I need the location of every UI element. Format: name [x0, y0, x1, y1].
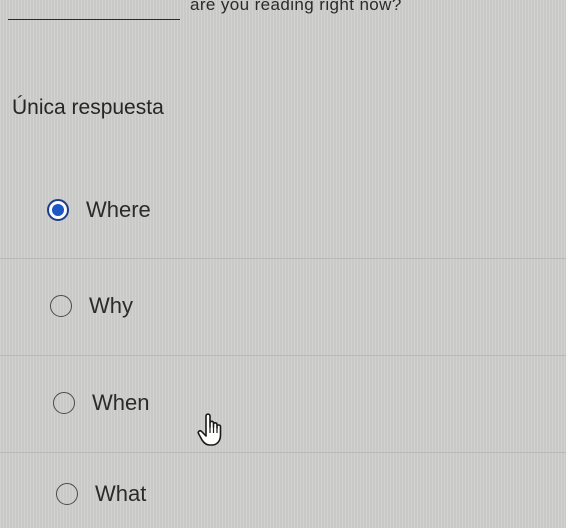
option-why[interactable]: Why — [0, 286, 566, 326]
radio-button[interactable] — [56, 483, 78, 505]
hand-pointer-icon — [196, 412, 228, 448]
question-prompt: are you reading right now? — [8, 0, 566, 20]
option-where[interactable]: Where — [0, 190, 566, 230]
option-label: Where — [86, 197, 151, 222]
option-label: What — [95, 481, 147, 506]
radio-button[interactable] — [50, 295, 72, 317]
radio-button[interactable] — [53, 392, 75, 414]
question-type-label: Única respuesta — [12, 96, 164, 119]
question-text: are you reading right now? — [190, 0, 402, 14]
radio-button-selected[interactable] — [47, 199, 69, 221]
divider — [0, 258, 566, 259]
answer-blank — [8, 5, 180, 20]
option-label: When — [92, 390, 150, 415]
option-label: Why — [89, 293, 133, 318]
divider — [0, 355, 566, 356]
option-when[interactable]: When — [0, 383, 566, 423]
option-what[interactable]: What — [0, 474, 566, 514]
divider — [0, 452, 566, 453]
